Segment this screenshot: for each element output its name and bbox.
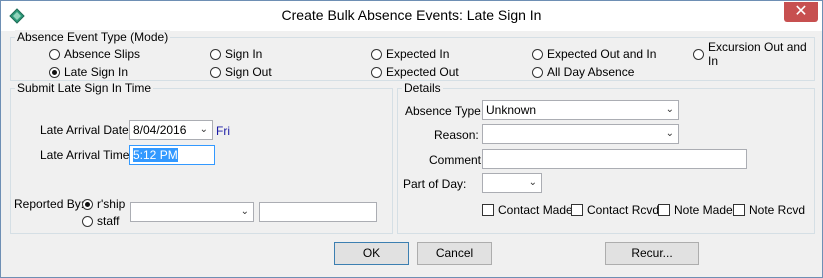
- radio-reported-staff[interactable]: staff: [82, 213, 119, 229]
- radio-excursion-out-and-in[interactable]: Excursion Out and In: [693, 40, 814, 68]
- radio-label: All Day Absence: [547, 65, 635, 79]
- radio-dot: [371, 66, 382, 78]
- radio-dot: [210, 66, 221, 78]
- checkbox-contact-rcvd[interactable]: Contact Rcvd: [571, 202, 659, 218]
- radio-label: Late Sign In: [64, 65, 129, 79]
- radio-dot-selected: [82, 198, 93, 210]
- checkbox-label: Contact Made: [498, 203, 573, 217]
- radio-label: Sign Out: [225, 65, 272, 79]
- part-of-day-select[interactable]: ⌄: [482, 173, 542, 193]
- chevron-down-icon: ⌄: [665, 128, 674, 139]
- radio-sign-out[interactable]: Sign Out: [210, 64, 272, 80]
- radio-label: Expected Out and In: [547, 47, 657, 61]
- radio-expected-out-and-in[interactable]: Expected Out and In: [532, 46, 656, 62]
- checkbox-label: Note Made: [674, 203, 733, 217]
- title-bar: Create Bulk Absence Events: Late Sign In…: [1, 1, 822, 31]
- radio-dot: [49, 48, 60, 60]
- radio-label: Sign In: [225, 47, 263, 61]
- reason-select[interactable]: ⌄: [482, 124, 679, 144]
- arrival-date-picker[interactable]: 8/04/2016 ⌄: [129, 120, 213, 140]
- arrival-time-field[interactable]: 5:12 PM: [129, 145, 215, 165]
- arrival-time-label: Late Arrival Time:: [40, 148, 133, 162]
- radio-expected-out[interactable]: Expected Out: [371, 64, 459, 80]
- part-of-day-label: Part of Day:: [403, 177, 467, 191]
- submit-group: Submit Late Sign In Time Late Arrival Da…: [10, 81, 393, 234]
- arrival-time-value: 5:12 PM: [133, 148, 178, 162]
- window-title: Create Bulk Absence Events: Late Sign In: [281, 7, 542, 23]
- absence-type-value: Unknown: [486, 103, 537, 117]
- cancel-button[interactable]: Cancel: [417, 242, 492, 265]
- close-button[interactable]: ✕: [784, 2, 818, 22]
- chevron-down-icon: ⌄: [240, 206, 249, 217]
- radio-sign-in[interactable]: Sign In: [210, 46, 262, 62]
- reporter-text-field[interactable]: [259, 202, 377, 222]
- checkbox-label: Note Rcvd: [749, 203, 806, 217]
- radio-dot: [82, 215, 93, 227]
- arrival-date-value: 8/04/2016: [133, 123, 187, 137]
- radio-dot-selected: [49, 66, 60, 78]
- submit-group-legend: Submit Late Sign In Time: [15, 81, 154, 95]
- radio-label: Expected Out: [386, 65, 459, 79]
- details-group-legend: Details: [402, 81, 443, 95]
- reporter-select[interactable]: ⌄: [130, 202, 254, 222]
- checkbox-note-made[interactable]: Note Made: [658, 202, 733, 218]
- ok-button[interactable]: OK: [334, 242, 409, 265]
- arrival-date-label: Late Arrival Date:: [40, 123, 133, 137]
- reported-by-label: Reported By:: [14, 197, 85, 211]
- radio-label: staff: [97, 214, 120, 228]
- radio-reported-rship[interactable]: r'ship: [82, 196, 125, 212]
- radio-expected-in[interactable]: Expected In: [371, 46, 449, 62]
- radio-label: Expected In: [386, 47, 450, 61]
- radio-label: Absence Slips: [64, 47, 141, 61]
- radio-label: r'ship: [97, 197, 126, 211]
- comment-label: Comment:: [429, 153, 485, 167]
- reason-label: Reason:: [434, 128, 479, 142]
- checkbox-label: Contact Rcvd: [587, 203, 660, 217]
- checkbox-box: [571, 204, 583, 216]
- mode-group: Absence Event Type (Mode) Absence Slips …: [10, 30, 815, 81]
- chevron-down-icon: ⌄: [665, 104, 674, 115]
- radio-late-sign-in[interactable]: Late Sign In: [49, 64, 128, 80]
- checkbox-contact-made[interactable]: Contact Made: [482, 202, 573, 218]
- radio-dot: [371, 48, 382, 60]
- checkbox-box: [658, 204, 670, 216]
- mode-group-legend: Absence Event Type (Mode): [15, 30, 171, 44]
- radio-absence-slips[interactable]: Absence Slips: [49, 46, 140, 62]
- comment-field[interactable]: [482, 149, 747, 169]
- chevron-down-icon: ⌄: [528, 177, 537, 188]
- chevron-down-icon: ⌄: [199, 124, 208, 135]
- checkbox-box: [733, 204, 745, 216]
- checkbox-note-rcvd[interactable]: Note Rcvd: [733, 202, 805, 218]
- radio-all-day-absence[interactable]: All Day Absence: [532, 64, 634, 80]
- dialog-window: Create Bulk Absence Events: Late Sign In…: [0, 0, 823, 278]
- arrival-day-label: Fri: [216, 124, 230, 138]
- radio-dot: [693, 48, 704, 60]
- radio-label: Excursion Out and In: [708, 40, 807, 68]
- radio-dot: [532, 48, 543, 60]
- recur-button[interactable]: Recur...: [605, 242, 699, 265]
- radio-dot: [210, 48, 221, 60]
- details-group: Details Absence Type: Unknown ⌄ Reason: …: [397, 81, 815, 234]
- checkbox-box: [482, 204, 494, 216]
- absence-type-label: Absence Type:: [405, 104, 485, 118]
- radio-dot: [532, 66, 543, 78]
- absence-type-select[interactable]: Unknown ⌄: [482, 100, 679, 120]
